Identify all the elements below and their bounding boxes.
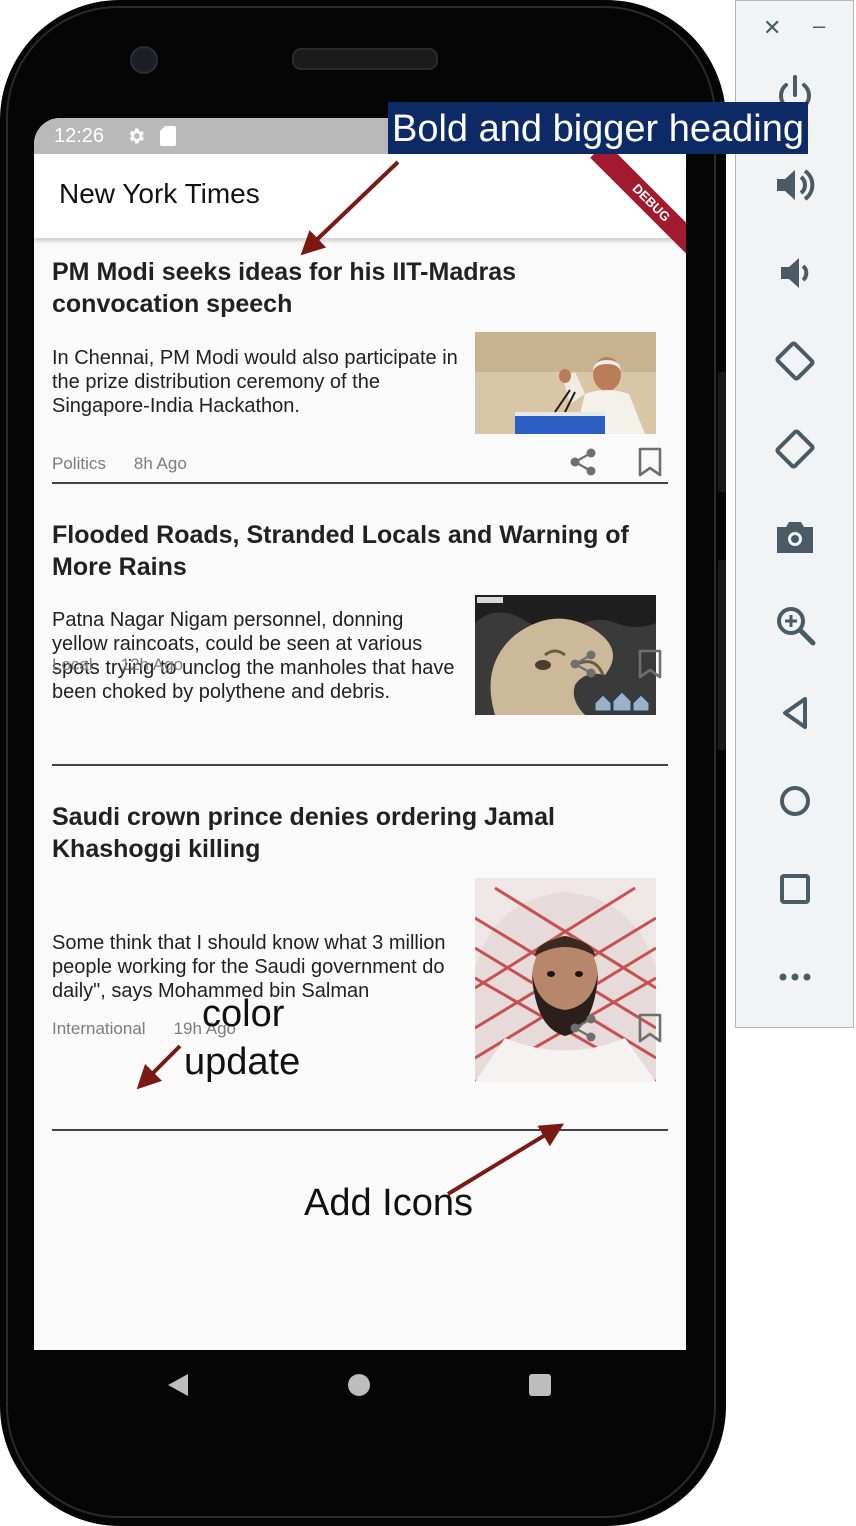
article-category[interactable]: Local <box>52 655 93 674</box>
bookmark-icon[interactable] <box>637 447 663 477</box>
article-category[interactable]: International <box>52 1019 146 1038</box>
article-meta: Politics 8h Ago <box>52 454 187 474</box>
bookmark-icon[interactable] <box>637 1013 663 1043</box>
article-card[interactable]: Saudi crown prince denies ordering Jamal… <box>52 801 668 1131</box>
camera-icon[interactable] <box>771 513 819 561</box>
article-card[interactable]: PM Modi seeks ideas for his IIT-Madras c… <box>52 256 668 486</box>
article-image[interactable] <box>475 878 656 1082</box>
volume-down-icon[interactable] <box>771 249 819 297</box>
minimize-icon[interactable]: – <box>813 13 825 39</box>
color-annotation-line1: color <box>202 993 285 1035</box>
article-category[interactable]: Politics <box>52 454 106 473</box>
article-card[interactable]: Flooded Roads, Stranded Locals and Warni… <box>52 519 668 769</box>
nav-back-icon[interactable] <box>168 1374 188 1396</box>
bookmark-icon[interactable] <box>637 649 663 679</box>
android-nav-bar <box>34 1350 686 1426</box>
app-bar: New York Times DEBUG <box>34 142 686 264</box>
article-summary: In Chennai, PM Modi would also participa… <box>52 347 458 417</box>
front-camera <box>130 46 158 74</box>
emulator-toolbar: ✕ – <box>735 0 854 1028</box>
share-icon[interactable] <box>567 1012 599 1044</box>
article-title[interactable]: Saudi crown prince denies ordering Jamal… <box>52 801 668 865</box>
color-annotation-line2: update <box>184 1041 301 1083</box>
nav-home-icon[interactable] <box>348 1374 370 1396</box>
rotate-left-icon[interactable] <box>771 337 819 385</box>
home-icon[interactable] <box>771 777 819 825</box>
overview-icon[interactable] <box>771 865 819 913</box>
back-icon[interactable] <box>771 689 819 737</box>
earpiece-speaker <box>292 48 438 70</box>
volume-up-icon[interactable] <box>771 161 819 209</box>
article-title[interactable]: PM Modi seeks ideas for his IIT-Madras c… <box>52 256 668 320</box>
app-title: New York Times <box>59 178 260 209</box>
close-icon[interactable]: ✕ <box>763 15 781 41</box>
speaker-photo-image <box>475 332 656 434</box>
app-screen: 12:26 New York Times DEBUG PM Modi seeks… <box>34 118 686 1350</box>
article-divider <box>52 764 668 766</box>
portrait-photo-image <box>475 878 656 1082</box>
icons-annotation-label: Add Icons <box>304 1182 473 1224</box>
color-annotation-label: color update <box>184 990 300 1086</box>
debug-banner: DEBUG <box>590 142 686 264</box>
nav-overview-icon[interactable] <box>529 1374 551 1396</box>
volume-side-button[interactable] <box>718 372 726 492</box>
status-time: 12:26 <box>54 125 105 147</box>
heading-annotation-label: Bold and bigger heading <box>388 102 809 154</box>
article-image[interactable] <box>475 332 656 434</box>
article-time: 12h Ago <box>120 655 184 674</box>
share-icon[interactable] <box>567 648 599 680</box>
power-side-button[interactable] <box>718 560 726 750</box>
article-title[interactable]: Flooded Roads, Stranded Locals and Warni… <box>52 519 668 583</box>
article-divider <box>52 1129 668 1131</box>
share-icon[interactable] <box>567 446 599 478</box>
zoom-icon[interactable] <box>771 601 819 649</box>
more-icon[interactable] <box>771 953 819 1001</box>
article-image[interactable] <box>475 595 656 715</box>
article-time: 8h Ago <box>133 454 187 473</box>
rotate-right-icon[interactable] <box>771 425 819 473</box>
article-divider <box>52 482 668 484</box>
article-meta: Local 12h Ago <box>52 655 183 675</box>
sd-card-icon <box>160 126 176 146</box>
flood-cartoon-image <box>475 595 656 715</box>
settings-gear-icon <box>129 128 144 144</box>
